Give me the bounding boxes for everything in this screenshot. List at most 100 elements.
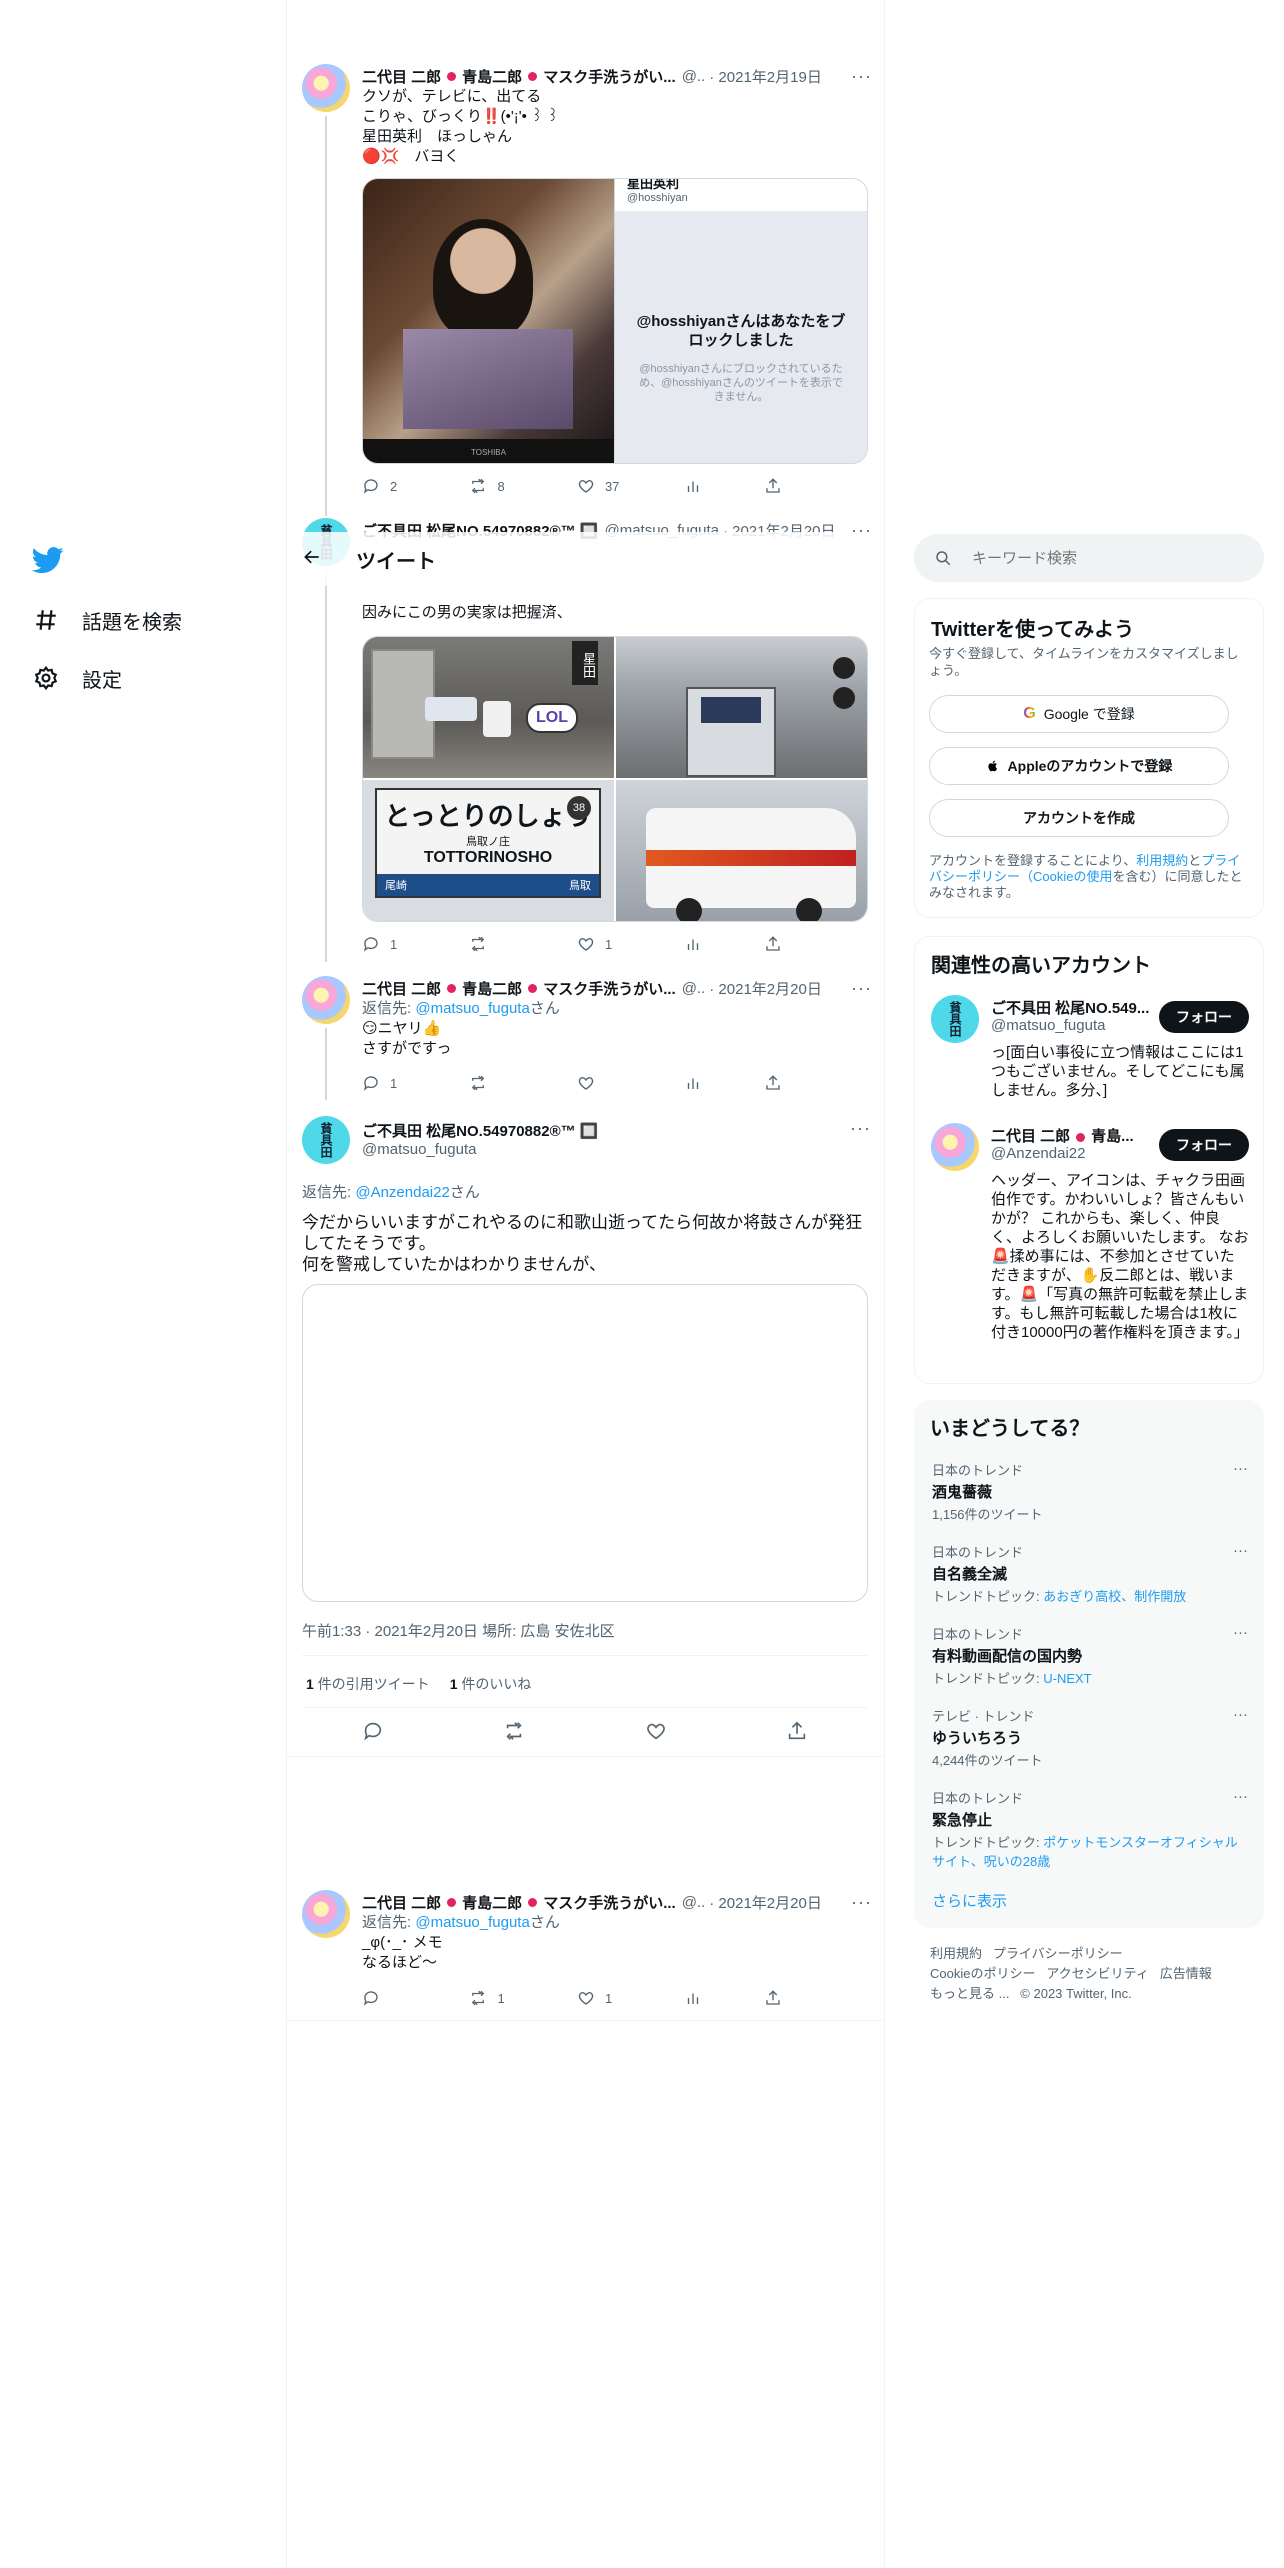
avatar[interactable]: 貧具田 [302,1116,350,1164]
nav-settings[interactable]: 設定 [32,658,122,698]
tweet-date[interactable]: · 2021年2月19日 [709,66,822,87]
topic-link[interactable]: U-NEXT [1043,1671,1091,1686]
author-name[interactable]: 二代目 二郎 [362,1892,441,1913]
tweet-timestamp[interactable]: 午前1:33 · 2021年2月20日 場所: 広島 安佐北区 [302,1620,615,1641]
trend-item[interactable]: 日本のトレンド 酒鬼薔薇 1,156件のツイート ··· [932,1460,1248,1523]
share-icon [766,478,780,493]
tweet-date[interactable]: · 2021年2月20日 [709,1892,822,1913]
more-icon[interactable]: ··· [1233,1542,1248,1559]
avatar[interactable] [302,64,350,112]
footer-link[interactable]: もっと見る ... [930,1986,1009,2001]
account-handle[interactable]: @matsuo_fuguta [991,1017,1105,1034]
author-handle[interactable]: @.. [682,68,706,85]
account-name[interactable]: 二代目 二郎 青島... [991,1125,1134,1146]
author-name[interactable]: 二代目 二郎 [362,66,441,87]
author-handle[interactable]: @.. [682,980,706,997]
media-placeholder[interactable] [302,1284,868,1602]
author-handle[interactable]: @matsuo_fuguta [362,1141,476,1158]
tweet-line: 😏ニヤリ👍 [362,1020,442,1037]
apple-signup-button[interactable]: Appleのアカウントで登録 [929,747,1229,785]
avatar[interactable]: 貧具田 [931,995,979,1043]
retweet-button[interactable] [503,1720,525,1746]
footer-link[interactable]: アクセシビリティ [1046,1966,1149,1981]
analytics-button[interactable] [684,477,764,495]
reply-to-link[interactable]: @matsuo_fuguta [415,1914,529,1931]
more-icon[interactable]: ··· [1233,1788,1248,1805]
tweet-date[interactable]: · 2021年2月20日 [709,978,822,999]
tweet-media[interactable]: TOSHIBA 星田英利 @hosshiyan @hosshiyanさんはあなた… [362,178,868,464]
google-signup-button[interactable]: G Google で登録 [929,695,1229,733]
photo-bus[interactable] [616,780,867,921]
quote-stat[interactable]: 1 件の引用ツイート [306,1674,430,1694]
more-icon[interactable]: ··· [850,1118,871,1139]
trend-topic: トレンドトピック: ポケットモンスターオフィシャルサイト、呪いの28歳 [932,1832,1248,1870]
author-name[interactable]: ご不具田 松尾NO.54970882®™ 🔲 [362,1120,598,1141]
follow-button[interactable]: フォロー [1159,1001,1249,1033]
blocked-quote[interactable]: 星田英利 @hosshiyan @hosshiyanさんはあなたをブロックしまし… [614,179,867,463]
share-button[interactable] [764,1074,782,1092]
avatar[interactable] [302,976,350,1024]
trend-item[interactable]: 日本のトレンド 緊急停止 トレンドトピック: ポケットモンスターオフィシャルサイ… [932,1788,1248,1870]
like-button[interactable]: 1 [577,1989,684,2007]
photo-station-sign[interactable]: とっとりのしょう 鳥取ノ庄 TOTTORINOSHO 38 尾崎 鳥取 [363,780,614,921]
share-button[interactable] [764,477,782,495]
show-more-link[interactable]: さらに表示 [932,1890,1007,1911]
footer-link[interactable]: プライバシーポリシー [993,1946,1123,1961]
retweet-button[interactable]: 8 [469,477,576,495]
avatar[interactable] [302,1890,350,1938]
reply-to-link[interactable]: @matsuo_fuguta [415,1000,529,1017]
retweet-button[interactable] [469,935,576,953]
reply-button[interactable] [362,1989,469,2007]
nav-explore[interactable]: 話題を検索 [32,600,182,640]
share-button[interactable] [764,935,782,953]
search-input[interactable] [972,549,1212,567]
reply-button[interactable]: 1 [362,1074,469,1092]
follow-button[interactable]: フォロー [1159,1129,1249,1161]
tweet-media-grid[interactable]: 星田 LOL とっとりのしょう 鳥取ノ庄 TOTTORINOSHO 38 尾崎 … [362,636,868,922]
like-button[interactable] [577,1074,684,1092]
footer-link[interactable]: Cookieのポリシー [930,1966,1035,1981]
footer-link[interactable]: 広告情報 [1160,1966,1212,1981]
twitter-logo-icon[interactable] [31,544,64,576]
more-icon[interactable]: ··· [1233,1706,1248,1723]
analytics-button[interactable] [684,935,764,953]
analytics-button[interactable] [684,1074,764,1092]
reply-to-link[interactable]: @Anzendai22 [355,1184,449,1201]
more-icon[interactable]: ··· [1233,1460,1248,1477]
create-account-button[interactable]: アカウントを作成 [929,799,1229,837]
share-icon [789,1721,806,1740]
retweet-button[interactable]: 1 [469,1989,576,2007]
more-icon[interactable]: ··· [1233,1624,1248,1641]
reply-button[interactable]: 1 [362,935,469,953]
trend-item[interactable]: 日本のトレンド 有料動画配信の国内勢 トレンドトピック: U-NEXT ··· [932,1624,1248,1687]
photo-train[interactable] [616,637,867,778]
share-button[interactable] [786,1720,808,1746]
photo-mailbox[interactable]: 星田 LOL [363,637,614,778]
analytics-button[interactable] [684,1989,764,2007]
footer-link[interactable]: 利用規約 [930,1946,982,1961]
terms-link[interactable]: 利用規約 [1136,853,1188,868]
trend-item[interactable]: テレビ · トレンド ゆういちろう 4,244件のツイート ··· [932,1706,1248,1769]
search-bar[interactable] [914,534,1264,582]
back-arrow-icon[interactable] [302,547,322,571]
topic-link[interactable]: あおぎり高校、制作開放 [1043,1589,1186,1604]
avatar[interactable] [931,1123,979,1171]
more-icon[interactable]: ··· [851,66,872,87]
reply-icon [363,1076,378,1091]
trend-item[interactable]: 日本のトレンド 自名義全滅 トレンドトピック: あおぎり高校、制作開放 ··· [932,1542,1248,1605]
share-button[interactable] [764,1989,782,2007]
account-name[interactable]: ご不具田 松尾NO.549... [991,997,1149,1018]
like-button[interactable]: 1 [577,935,684,953]
author-name[interactable]: 二代目 二郎 [362,978,441,999]
retweet-button[interactable] [469,1074,576,1092]
author-handle[interactable]: @.. [682,1894,706,1911]
tv-photo[interactable]: TOSHIBA [363,179,614,463]
reply-button[interactable]: 2 [362,477,469,495]
reply-button[interactable] [362,1720,384,1746]
more-icon[interactable]: ··· [851,978,872,999]
like-button[interactable] [645,1720,667,1746]
like-stat[interactable]: 1 件のいいね [450,1674,532,1694]
account-handle[interactable]: @Anzendai22 [991,1145,1085,1162]
like-button[interactable]: 37 [577,477,684,495]
more-icon[interactable]: ··· [851,1892,872,1913]
